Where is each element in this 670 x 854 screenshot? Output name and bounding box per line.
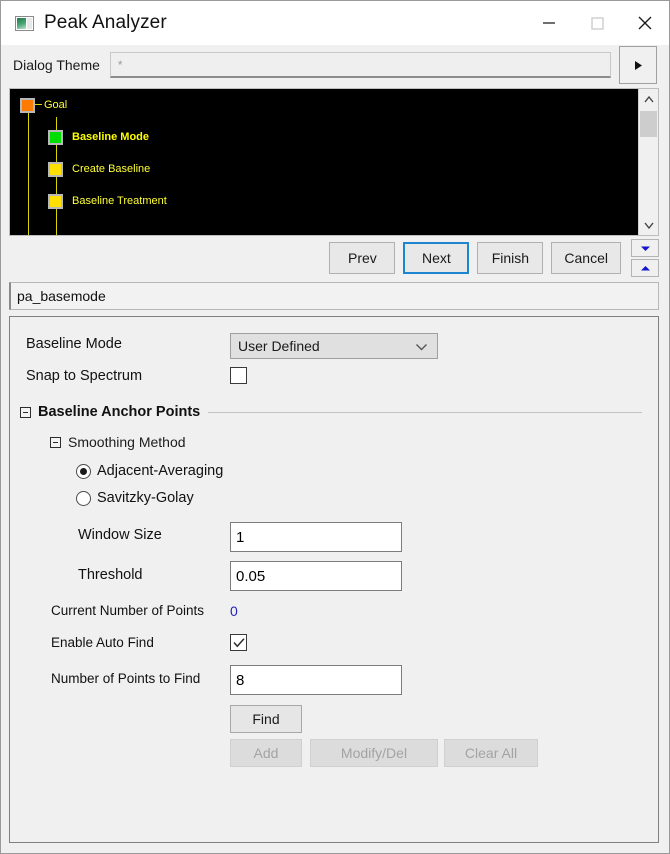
check-icon — [232, 637, 245, 647]
enable-auto-find-row: Enable Auto Find — [10, 629, 658, 661]
modify-del-button[interactable]: Modify/Del — [310, 739, 438, 767]
dialog-theme-input[interactable]: * — [109, 52, 611, 78]
current-points-value: 0 — [230, 603, 238, 619]
spinner-down-button[interactable] — [631, 239, 659, 257]
add-button[interactable]: Add — [230, 739, 302, 767]
triangle-up-icon — [640, 265, 650, 270]
enable-auto-find-label: Enable Auto Find — [51, 635, 154, 650]
cancel-button[interactable]: Cancel — [551, 242, 621, 274]
collapse-icon[interactable] — [50, 436, 61, 448]
group-divider — [208, 411, 642, 413]
node-name-field[interactable]: pa_basemode — [9, 282, 659, 310]
finish-button[interactable]: Finish — [477, 242, 544, 274]
maximize-icon — [591, 17, 604, 30]
tree-scroll-thumb[interactable] — [640, 111, 657, 137]
threshold-row: Threshold 0.05 — [10, 557, 658, 597]
nav-spinner — [631, 239, 659, 277]
tree-node-create-baseline[interactable]: Create Baseline — [48, 161, 150, 177]
find-row: Find — [10, 701, 658, 737]
radio-label: Adjacent-Averaging — [97, 463, 224, 479]
dialog-theme-row: Dialog Theme * — [1, 45, 669, 85]
spinner-up-button[interactable] — [631, 259, 659, 277]
chevron-down-icon — [415, 338, 428, 354]
settings-panel: Baseline Mode User Defined Snap to Spect… — [9, 316, 659, 843]
minimize-button[interactable] — [525, 1, 573, 45]
tree-node-baseline-treatment[interactable]: Baseline Treatment — [48, 193, 167, 209]
baseline-mode-row: Baseline Mode User Defined — [10, 329, 658, 363]
window-size-value: 1 — [236, 528, 245, 546]
chevron-up-icon — [643, 95, 654, 102]
smoothing-method-title: Smoothing Method — [68, 434, 186, 450]
tree-node-label: Create Baseline — [72, 163, 151, 175]
tree-scrollbar[interactable] — [638, 89, 658, 235]
tree-node-marker — [48, 193, 63, 209]
anchor-actions-row: Add Modify/Del Clear All — [10, 737, 658, 773]
app-icon — [15, 15, 34, 31]
smoothing-method-group-header[interactable]: Smoothing Method — [10, 429, 658, 455]
snap-to-spectrum-label: Snap to Spectrum — [26, 368, 143, 384]
maximize-button[interactable] — [573, 1, 621, 45]
baseline-mode-select[interactable]: User Defined — [230, 333, 438, 359]
radio-label: Savitzky-Golay — [97, 490, 194, 506]
goal-tree[interactable]: Goal Baseline Mode Create Baseline Basel… — [10, 89, 638, 235]
snap-to-spectrum-row: Snap to Spectrum — [10, 363, 658, 393]
collapse-icon[interactable] — [20, 406, 31, 418]
baseline-anchor-points-group-header[interactable]: Baseline Anchor Points — [10, 399, 658, 425]
points-to-find-input[interactable]: 8 — [230, 665, 402, 695]
threshold-value: 0.05 — [236, 567, 266, 585]
peak-analyzer-window: Peak Analyzer Dialog Theme * Goal Baseli… — [0, 0, 670, 854]
prev-button[interactable]: Prev — [329, 242, 396, 274]
baseline-anchor-points-title: Baseline Anchor Points — [38, 404, 201, 420]
points-to-find-value: 8 — [236, 671, 245, 689]
baseline-mode-label: Baseline Mode — [26, 336, 122, 352]
close-icon — [638, 16, 652, 30]
next-button[interactable]: Next — [403, 242, 470, 274]
tree-node-marker — [20, 97, 35, 113]
radio-adjacent-averaging[interactable]: Adjacent-Averaging — [10, 458, 658, 484]
radio-button[interactable] — [76, 490, 91, 506]
tree-node-baseline-mode[interactable]: Baseline Mode — [48, 129, 149, 145]
close-button[interactable] — [621, 1, 669, 45]
tree-scroll-down-button[interactable] — [639, 215, 658, 235]
tree-node-label: Baseline Treatment — [72, 195, 167, 207]
triangle-down-icon — [640, 246, 650, 251]
find-button[interactable]: Find — [230, 705, 302, 733]
window-size-label: Window Size — [78, 527, 162, 543]
baseline-mode-value: User Defined — [238, 338, 320, 354]
page-title: Peak Analyzer — [44, 12, 167, 33]
tree-scroll-up-button[interactable] — [639, 89, 658, 109]
points-to-find-row: Number of Points to Find 8 — [10, 661, 658, 701]
points-to-find-label: Number of Points to Find — [51, 671, 201, 686]
goal-tree-panel: Goal Baseline Mode Create Baseline Basel… — [9, 88, 659, 236]
tree-node-label: Goal — [44, 99, 68, 111]
tree-node-label: Baseline Mode — [72, 131, 150, 143]
tree-node-marker — [48, 129, 63, 145]
snap-to-spectrum-checkbox[interactable] — [230, 367, 247, 384]
title-bar: Peak Analyzer — [1, 1, 669, 45]
arrow-right-icon — [635, 60, 642, 70]
window-controls — [525, 1, 669, 45]
wizard-nav-bar: Prev Next Finish Cancel — [9, 236, 659, 280]
threshold-input[interactable]: 0.05 — [230, 561, 402, 591]
tree-node-marker — [48, 161, 63, 177]
minimize-icon — [543, 22, 555, 24]
dialog-theme-expand-button[interactable] — [619, 46, 657, 84]
current-points-label: Current Number of Points — [51, 603, 205, 618]
current-points-row: Current Number of Points 0 — [10, 597, 658, 629]
chevron-down-icon — [643, 222, 654, 229]
enable-auto-find-checkbox[interactable] — [230, 634, 247, 651]
radio-savitzky-golay[interactable]: Savitzky-Golay — [10, 485, 658, 511]
threshold-label: Threshold — [78, 567, 143, 583]
window-size-input[interactable]: 1 — [230, 522, 402, 552]
window-size-row: Window Size 1 — [10, 517, 658, 557]
tree-node-goal[interactable]: Goal — [20, 97, 67, 113]
tree-connector — [28, 111, 29, 235]
radio-button[interactable] — [76, 463, 91, 479]
dialog-theme-label: Dialog Theme — [13, 57, 100, 73]
clear-all-button[interactable]: Clear All — [444, 739, 538, 767]
